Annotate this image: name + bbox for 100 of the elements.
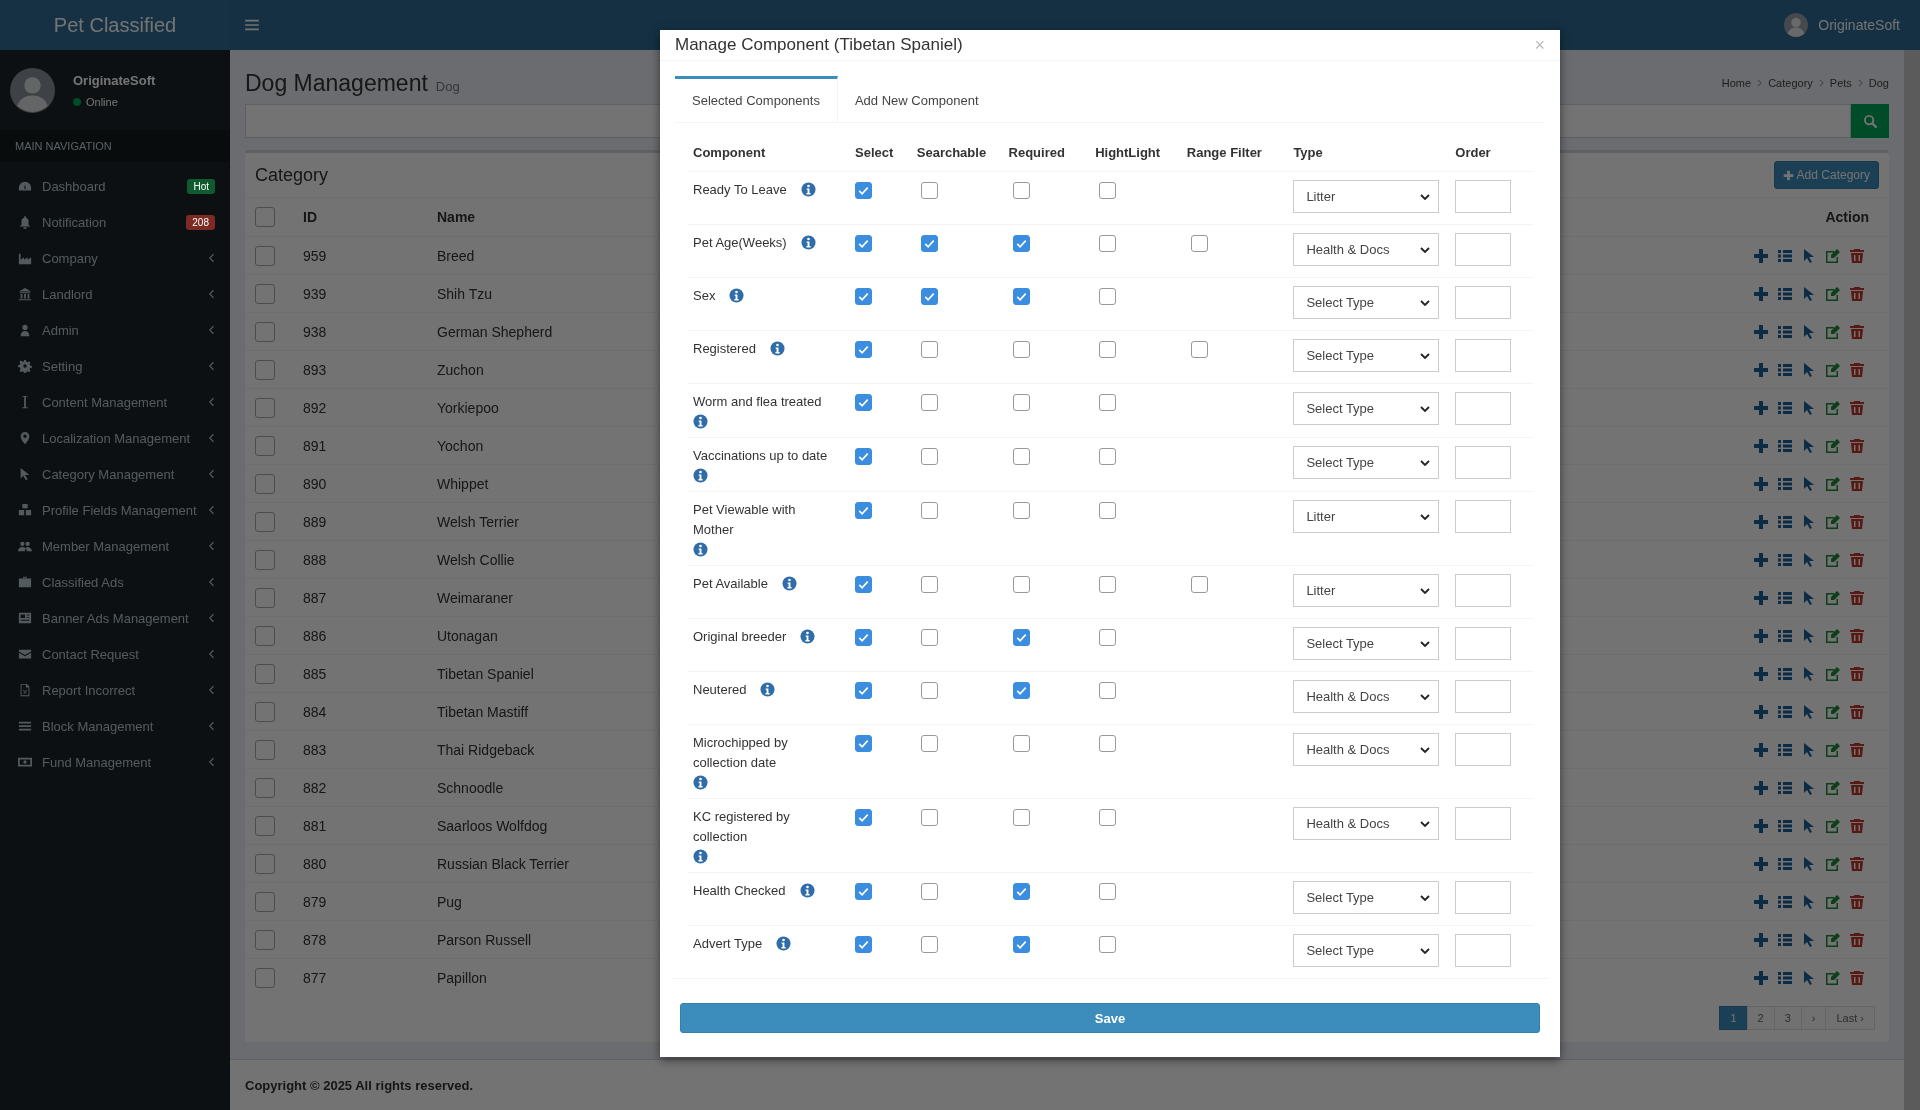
sidebar-item[interactable]: Landlord [0, 276, 230, 312]
trash-icon[interactable] [1849, 361, 1865, 378]
plus-icon[interactable] [1753, 475, 1769, 492]
row-checkbox[interactable] [255, 739, 275, 760]
checkbox[interactable] [920, 629, 938, 646]
checkbox[interactable] [1012, 182, 1030, 199]
info-icon[interactable] [760, 682, 776, 697]
list-icon[interactable] [1777, 361, 1793, 378]
type-select[interactable]: Litter [1293, 180, 1440, 213]
checkbox[interactable] [920, 341, 938, 358]
app-logo[interactable]: Pet Classified [0, 0, 230, 50]
plus-icon[interactable] [1753, 361, 1769, 378]
edit-icon[interactable] [1825, 665, 1841, 682]
checkbox[interactable] [1012, 936, 1030, 953]
type-select[interactable]: Select Type [1293, 627, 1440, 660]
checkbox[interactable] [1099, 394, 1117, 411]
checkbox[interactable] [1099, 182, 1117, 199]
checkbox[interactable] [1012, 735, 1030, 752]
sidebar-item[interactable]: Report Incorrect [0, 672, 230, 708]
plus-icon[interactable] [1753, 437, 1769, 454]
plus-icon[interactable] [1753, 285, 1769, 302]
list-icon[interactable] [1777, 399, 1793, 416]
checkbox[interactable] [1099, 629, 1117, 646]
row-checkbox[interactable] [255, 283, 275, 304]
info-icon[interactable] [781, 576, 797, 591]
checkbox[interactable] [855, 735, 872, 752]
type-select[interactable]: Health & Docs [1293, 233, 1440, 266]
sidebar-item[interactable]: Banner Ads Management [0, 600, 230, 636]
list-icon[interactable] [1777, 779, 1793, 796]
order-field[interactable] [1455, 286, 1512, 319]
plus-icon[interactable] [1753, 627, 1769, 644]
checkbox[interactable] [1012, 394, 1030, 411]
checkbox[interactable] [855, 576, 872, 593]
checkbox[interactable] [920, 235, 938, 252]
checkbox[interactable] [1012, 629, 1030, 646]
checkbox[interactable] [1190, 576, 1208, 593]
type-select[interactable]: Select Type [1293, 339, 1440, 372]
plus-icon[interactable] [1753, 665, 1769, 682]
sidebar-item[interactable]: Setting [0, 348, 230, 384]
menu-icon[interactable] [245, 19, 259, 31]
row-checkbox[interactable] [255, 321, 275, 342]
checkbox[interactable] [1012, 235, 1030, 252]
list-icon[interactable] [1777, 475, 1793, 492]
select-all-checkbox[interactable] [255, 207, 275, 227]
trash-icon[interactable] [1849, 893, 1865, 910]
plus-icon[interactable] [1753, 247, 1769, 264]
scrollbar[interactable] [1904, 50, 1920, 1110]
row-checkbox[interactable] [255, 397, 275, 418]
edit-icon[interactable] [1825, 247, 1841, 264]
trash-icon[interactable] [1849, 437, 1865, 454]
order-field[interactable] [1455, 934, 1512, 967]
breadcrumb-link[interactable]: Category [1768, 77, 1813, 89]
edit-icon[interactable] [1825, 285, 1841, 302]
row-checkbox[interactable] [255, 701, 275, 722]
checkbox[interactable] [1099, 682, 1117, 699]
checkbox[interactable] [920, 883, 938, 900]
checkbox[interactable] [855, 235, 872, 252]
row-checkbox[interactable] [255, 473, 275, 494]
tab[interactable]: Selected Components [675, 76, 838, 122]
edit-icon[interactable] [1825, 855, 1841, 872]
checkbox[interactable] [1012, 448, 1030, 465]
info-icon[interactable] [776, 936, 792, 951]
checkbox[interactable] [855, 394, 872, 411]
checkbox[interactable] [920, 809, 938, 826]
checkbox[interactable] [1190, 235, 1208, 252]
row-checkbox[interactable] [255, 625, 275, 646]
checkbox[interactable] [1012, 883, 1030, 900]
row-checkbox[interactable] [255, 967, 275, 988]
info-icon[interactable] [693, 468, 708, 483]
edit-icon[interactable] [1825, 703, 1841, 720]
checkbox[interactable] [855, 288, 872, 305]
breadcrumb-link[interactable]: Pets [1829, 77, 1852, 89]
list-icon[interactable] [1777, 323, 1793, 340]
info-icon[interactable] [799, 883, 815, 898]
info-icon[interactable] [769, 341, 785, 356]
checkbox[interactable] [1099, 235, 1117, 252]
list-icon[interactable] [1777, 551, 1793, 568]
sidebar-item[interactable]: Notification 208 [0, 204, 230, 240]
edit-icon[interactable] [1825, 589, 1841, 606]
order-field[interactable] [1455, 180, 1512, 213]
checkbox[interactable] [1099, 809, 1117, 826]
trash-icon[interactable] [1849, 323, 1865, 340]
edit-icon[interactable] [1825, 361, 1841, 378]
type-select[interactable]: Health & Docs [1293, 733, 1440, 766]
checkbox[interactable] [920, 682, 938, 699]
sidebar-item[interactable]: Company [0, 240, 230, 276]
list-icon[interactable] [1777, 855, 1793, 872]
checkbox[interactable] [855, 182, 872, 199]
checkbox[interactable] [1012, 341, 1030, 358]
sidebar-item[interactable]: Localization Management [0, 420, 230, 456]
order-field[interactable] [1455, 627, 1512, 660]
type-select[interactable]: Select Type [1293, 392, 1440, 425]
list-icon[interactable] [1777, 665, 1793, 682]
type-select[interactable]: Health & Docs [1293, 807, 1440, 840]
info-icon[interactable] [800, 235, 816, 250]
edit-icon[interactable] [1825, 551, 1841, 568]
page-link[interactable]: 3 [1773, 1006, 1802, 1030]
list-icon[interactable] [1777, 247, 1793, 264]
plus-icon[interactable] [1753, 779, 1769, 796]
sidebar-item[interactable]: Classified Ads [0, 564, 230, 600]
